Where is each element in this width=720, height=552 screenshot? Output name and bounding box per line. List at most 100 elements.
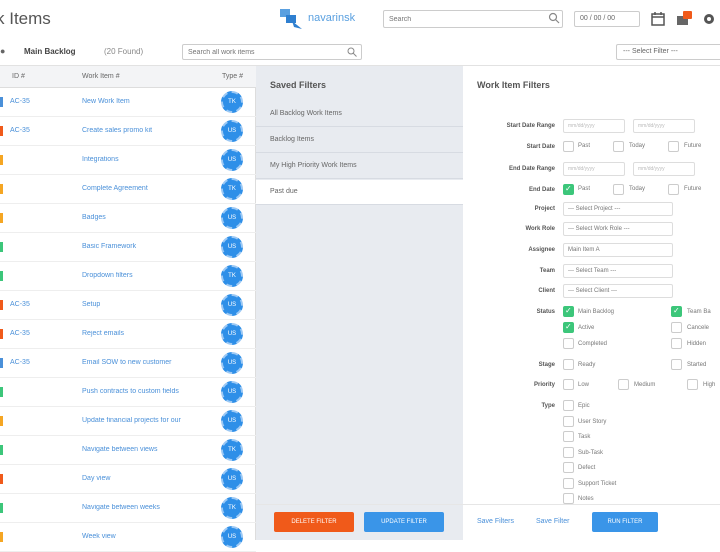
save-filters-link[interactable]: Save Filters: [477, 518, 514, 525]
work-item-name[interactable]: Create sales promo kit: [82, 127, 214, 134]
work-item-type-badge[interactable]: US: [221, 526, 243, 548]
end-date-from-input[interactable]: mm/dd/yyyy: [563, 162, 625, 176]
work-item-id[interactable]: AC-35: [10, 301, 30, 308]
global-search-input[interactable]: [383, 10, 563, 28]
settings-icon[interactable]: [700, 10, 718, 28]
status-cancelled-checkbox[interactable]: [671, 322, 682, 333]
work-item-name[interactable]: Email SOW to new customer: [82, 359, 214, 366]
work-item-search-input[interactable]: [182, 44, 362, 60]
work-item-type-badge[interactable]: US: [221, 236, 243, 258]
work-item-name[interactable]: Navigate between weeks: [82, 504, 214, 511]
work-item-type-badge[interactable]: TK: [221, 497, 243, 519]
update-filter-button[interactable]: UPDATE FILTER: [364, 512, 444, 532]
assignee-select[interactable]: Main Item A: [563, 243, 673, 257]
work-item-name[interactable]: Push contracts to custom fields: [82, 388, 214, 395]
priority-medium-checkbox[interactable]: [618, 379, 629, 390]
board-name[interactable]: Main Backlog: [24, 47, 76, 56]
table-row[interactable]: AC-35 Setup US: [0, 291, 256, 320]
table-row[interactable]: AC-35 Reject emails US: [0, 320, 256, 349]
end-date-today-checkbox[interactable]: [613, 184, 624, 195]
saved-filter-item[interactable]: Backlog Items: [256, 128, 463, 153]
delete-filter-button[interactable]: DELETE FILTER: [274, 512, 354, 532]
save-filter-link[interactable]: Save Filter: [536, 518, 569, 525]
work-item-name[interactable]: New Work Item: [82, 98, 214, 105]
table-row[interactable]: Badges US: [0, 204, 256, 233]
work-item-type-badge[interactable]: US: [221, 149, 243, 171]
start-date-to-input[interactable]: mm/dd/yyyy: [633, 119, 695, 133]
type-option-checkbox[interactable]: [563, 446, 574, 458]
table-row[interactable]: AC-35 New Work Item TK: [0, 88, 256, 117]
work-item-type-badge[interactable]: US: [221, 294, 243, 316]
col-name-header[interactable]: Work Item #: [82, 73, 120, 80]
priority-high-checkbox[interactable]: [687, 379, 698, 390]
work-item-type-badge[interactable]: TK: [221, 91, 243, 113]
work-item-id[interactable]: AC-35: [10, 127, 30, 134]
client-select[interactable]: --- Select Client ---: [563, 284, 673, 298]
work-item-type-badge[interactable]: TK: [221, 178, 243, 200]
type-option-checkbox[interactable]: [563, 462, 574, 473]
work-item-type-badge[interactable]: US: [221, 207, 243, 229]
start-date-today-checkbox[interactable]: [613, 141, 624, 152]
work-item-name[interactable]: Badges: [82, 214, 214, 221]
saved-filter-item[interactable]: My High Priority Work Items: [256, 154, 463, 179]
end-date-past-checkbox[interactable]: [563, 184, 574, 195]
table-row[interactable]: Week view US: [0, 523, 256, 552]
search-icon[interactable]: [347, 47, 357, 57]
work-item-name[interactable]: Setup: [82, 301, 214, 308]
status-active-checkbox[interactable]: [563, 322, 574, 333]
table-row[interactable]: Complete Agreement TK: [0, 175, 256, 204]
stage-ready-checkbox[interactable]: [563, 359, 574, 370]
table-row[interactable]: Update financial projects for our US: [0, 407, 256, 436]
collapse-icon[interactable]: ●: [0, 46, 5, 56]
type-option-checkbox[interactable]: [563, 415, 574, 427]
table-row[interactable]: Navigate between weeks TK: [0, 494, 256, 523]
work-item-name[interactable]: Complete Agreement: [82, 185, 214, 192]
date-picker[interactable]: 00 / 00 / 00: [574, 11, 640, 27]
table-row[interactable]: Navigate between views TK: [0, 436, 256, 465]
work-item-name[interactable]: Basic Framework: [82, 243, 214, 250]
stage-started-checkbox[interactable]: [671, 359, 682, 370]
work-item-name[interactable]: Dropdown filters: [82, 272, 214, 279]
start-date-future-checkbox[interactable]: [668, 141, 679, 152]
table-row[interactable]: Day view US: [0, 465, 256, 494]
table-row[interactable]: AC-35 Email SOW to new customer US: [0, 349, 256, 378]
work-item-type-badge[interactable]: US: [221, 410, 243, 432]
type-option-checkbox[interactable]: [563, 493, 574, 504]
table-row[interactable]: Push contracts to custom fields US: [0, 378, 256, 407]
end-date-to-input[interactable]: mm/dd/yyyy: [633, 162, 695, 176]
work-item-type-badge[interactable]: US: [221, 120, 243, 142]
work-item-id[interactable]: AC-35: [10, 330, 30, 337]
run-filter-button[interactable]: RUN FILTER: [592, 512, 658, 532]
work-item-name[interactable]: Reject emails: [82, 330, 214, 337]
work-item-type-badge[interactable]: US: [221, 352, 243, 374]
col-id-header[interactable]: ID #: [12, 73, 25, 80]
work-item-id[interactable]: AC-35: [10, 98, 30, 105]
calendar-icon[interactable]: [649, 10, 667, 28]
work-item-name[interactable]: Day view: [82, 475, 214, 482]
status-team-backlog-checkbox[interactable]: [671, 306, 682, 317]
work-item-name[interactable]: Navigate between views: [82, 446, 214, 453]
notification-icon[interactable]: [675, 10, 693, 28]
priority-low-checkbox[interactable]: [563, 379, 574, 390]
saved-filter-item[interactable]: All Backlog Work Items: [256, 102, 463, 127]
brand-logo[interactable]: navarinsk: [280, 7, 380, 31]
status-main-backlog-checkbox[interactable]: [563, 306, 574, 317]
saved-filter-item[interactable]: Past due: [256, 180, 463, 205]
type-option-checkbox[interactable]: [563, 431, 574, 442]
start-date-past-checkbox[interactable]: [563, 141, 574, 152]
work-item-type-badge[interactable]: TK: [221, 439, 243, 461]
search-icon[interactable]: [548, 12, 560, 24]
table-row[interactable]: Integrations US: [0, 146, 256, 175]
project-select[interactable]: --- Select Project ---: [563, 202, 673, 216]
table-row[interactable]: Dropdown filters TK: [0, 262, 256, 291]
status-hidden-checkbox[interactable]: [671, 338, 682, 349]
work-item-id[interactable]: AC-35: [10, 359, 30, 366]
work-item-type-badge[interactable]: TK: [221, 265, 243, 287]
end-date-future-checkbox[interactable]: [668, 184, 679, 195]
start-date-from-input[interactable]: mm/dd/yyyy: [563, 119, 625, 133]
table-row[interactable]: Basic Framework US: [0, 233, 256, 262]
type-option-checkbox[interactable]: [563, 477, 574, 489]
filter-select[interactable]: --- Select Filter ---: [616, 44, 720, 60]
work-item-type-badge[interactable]: US: [221, 468, 243, 490]
table-row[interactable]: AC-35 Create sales promo kit US: [0, 117, 256, 146]
